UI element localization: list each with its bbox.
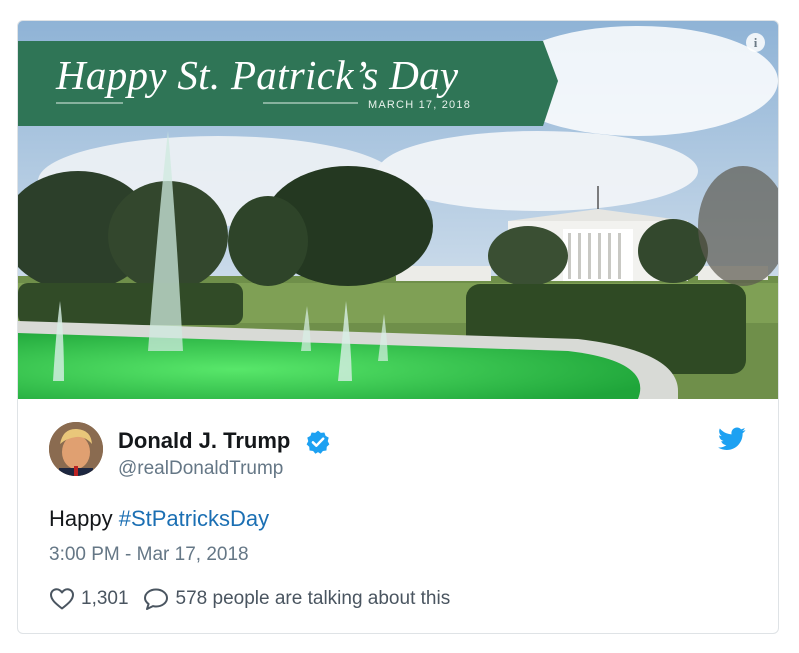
embedded-tweet-card[interactable]: Happy St. Patrick’s Day MARCH 17, 2018 i…	[17, 20, 779, 634]
banner-title: Happy St. Patrick’s Day	[56, 52, 459, 98]
twitter-bird-icon[interactable]	[718, 427, 746, 451]
speech-bubble-icon[interactable]	[143, 587, 169, 611]
tweet-timestamp[interactable]: 3:00 PM - Mar 17, 2018	[49, 544, 249, 566]
banner-date: MARCH 17, 2018	[368, 99, 472, 111]
tweet-actions: 1,301 578 people are talking about this	[49, 584, 450, 614]
tweet-text-prefix: Happy	[49, 506, 119, 531]
verified-badge-icon	[306, 430, 330, 454]
tweet-media-image[interactable]: Happy St. Patrick’s Day MARCH 17, 2018 i	[18, 21, 778, 399]
info-icon[interactable]: i	[746, 33, 765, 52]
tweet-text: Happy #StPatricksDay	[49, 506, 269, 532]
hashtag-link[interactable]: #StPatricksDay	[119, 506, 269, 531]
like-count[interactable]: 1,301	[81, 588, 129, 610]
author-handle[interactable]: @realDonaldTrump	[118, 458, 283, 480]
avatar[interactable]	[49, 422, 103, 476]
conversation-link[interactable]: 578 people are talking about this	[176, 588, 451, 610]
author-name[interactable]: Donald J. Trump	[118, 428, 290, 454]
heart-icon[interactable]	[49, 587, 75, 611]
